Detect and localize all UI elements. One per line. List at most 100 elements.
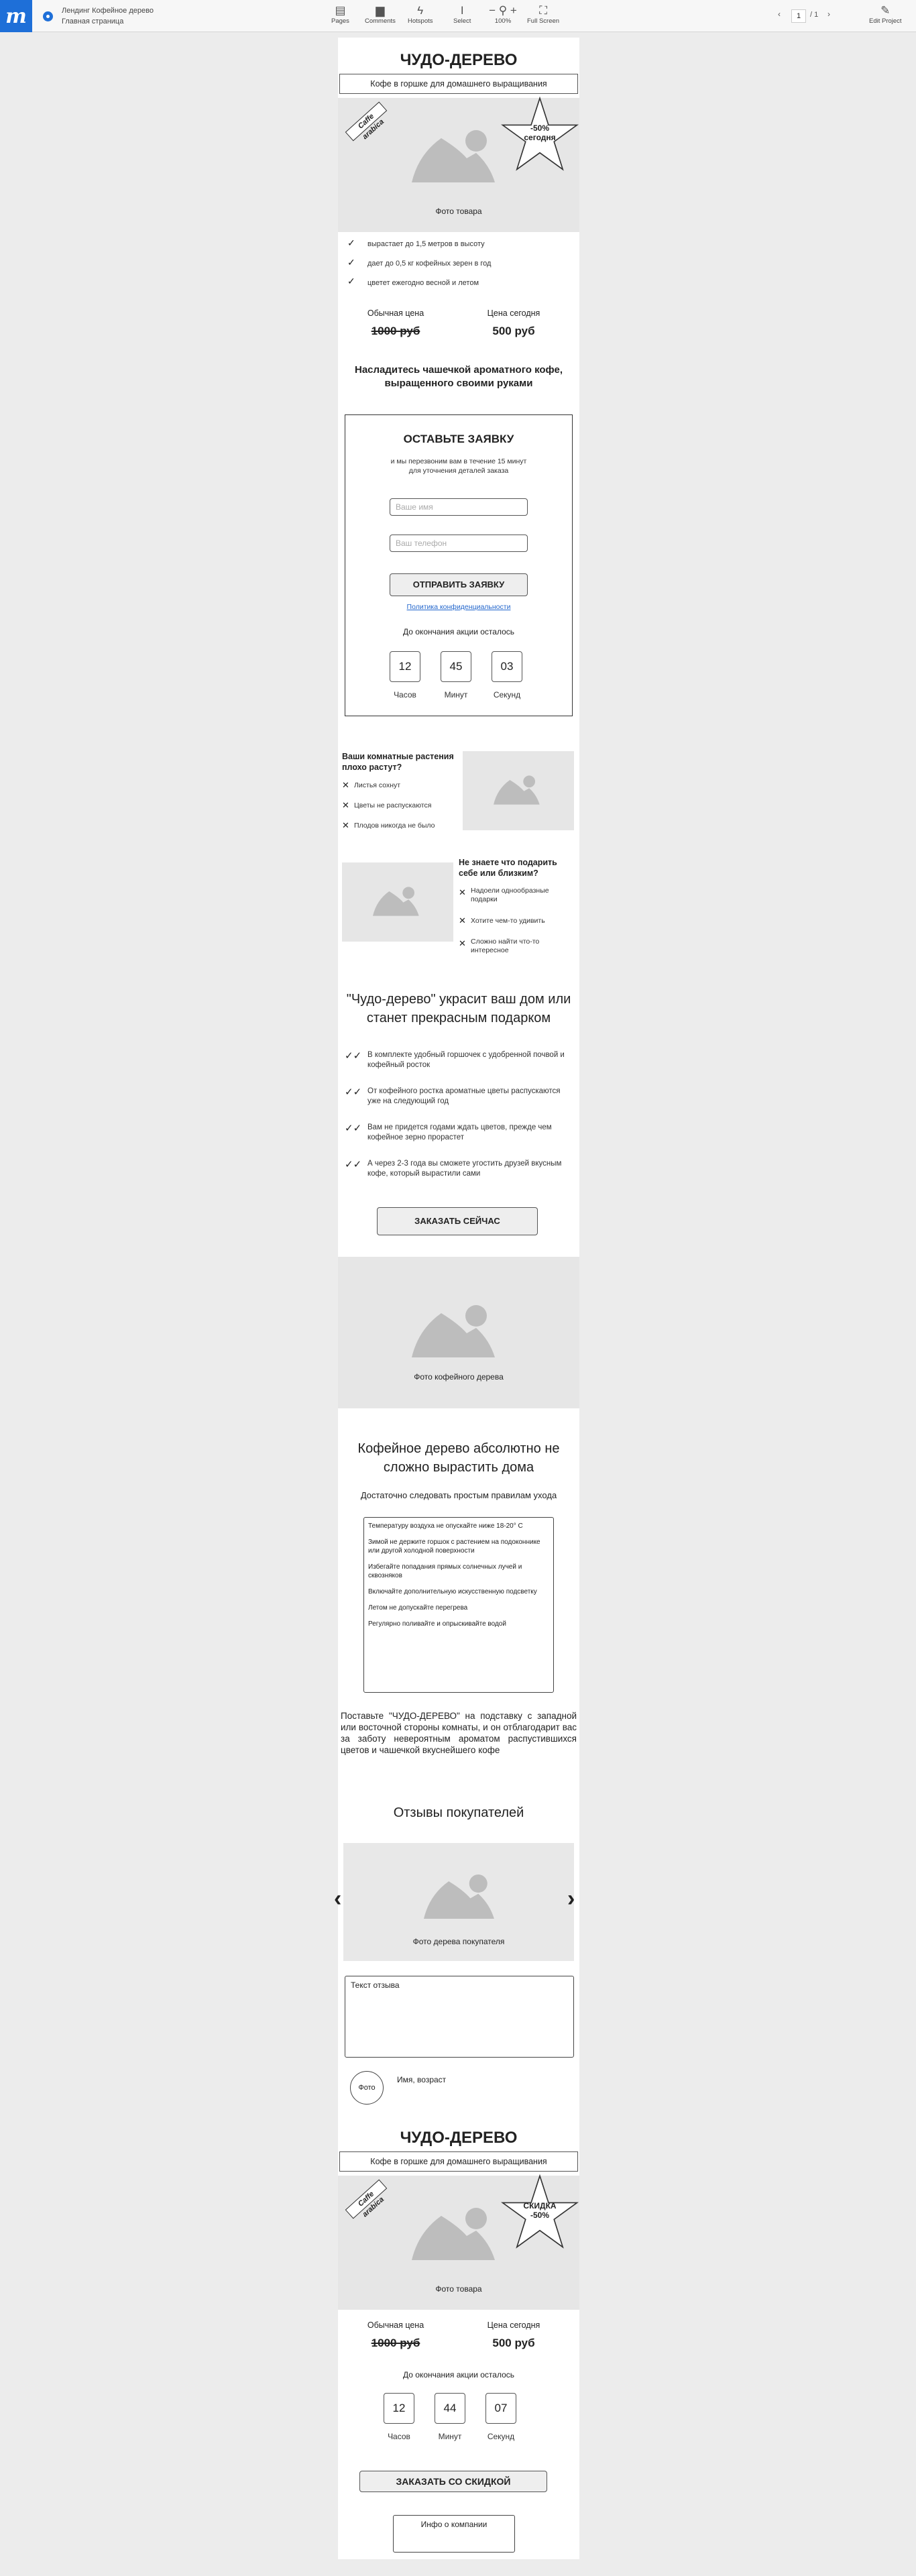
benefit-item: А через 2-3 года вы сможете угостить дру… — [367, 1160, 562, 1178]
cross-icon: ✕ — [342, 780, 349, 790]
top-toolbar: m Лендинг Кофейное дерево Главная страни… — [0, 0, 916, 32]
discount-badge: -50% сегодня — [524, 123, 556, 142]
seconds-label: Секунд — [493, 690, 521, 699]
zoom-control[interactable]: − ⚲ +100% — [487, 4, 519, 25]
gift-item: Хотите чем-то удивить — [471, 917, 545, 925]
cross-icon: ✕ — [342, 820, 349, 830]
benefits-title: "Чудо-дерево" украсит ваш дом или станет… — [346, 992, 571, 1025]
reviews-title: Отзывы покупателей — [393, 1805, 524, 1820]
reviewer-name: Имя, возраст — [397, 2075, 447, 2084]
care-subtitle: Достаточно следовать простым правилам ух… — [360, 1490, 557, 1500]
feature-item: дает до 0,5 кг кофейных зерен в год — [367, 260, 492, 268]
fullscreen-button[interactable]: ⛶ Full Screen — [527, 4, 559, 25]
review-photo-label: Фото дерева покупателя — [412, 1937, 505, 1946]
landing-canvas: ЧУДО-ДЕРЕВО Кофе в горшке для домашнего … — [334, 38, 579, 2559]
review-text-box: Текст отзыва — [345, 1976, 574, 2058]
hero-title: ЧУДО-ДЕРЕВО — [400, 51, 518, 69]
footer-seconds-label: Секунд — [487, 2432, 515, 2441]
benefit-item: Вам не придется годами ждать цветов, пре… — [367, 1123, 552, 1141]
app-logo[interactable]: m — [0, 0, 32, 32]
carousel-prev-icon[interactable]: ‹ — [334, 1887, 341, 1910]
order-discount-button[interactable]: ЗАКАЗАТЬ СО СКИДКОЙ — [359, 2471, 547, 2492]
cross-icon: ✕ — [342, 800, 349, 810]
form-description: и мы перезвоним вам в течение 15 минут д… — [390, 457, 527, 475]
old-price-label: Обычная цена — [367, 309, 424, 318]
prev-page-icon[interactable]: ‹ — [778, 9, 781, 19]
name-input[interactable]: Ваше имя — [390, 498, 528, 516]
care-rule: Зимой не держите горшок с растением на п… — [368, 1538, 540, 1555]
countdown-label: До окончания акции осталось — [402, 627, 515, 636]
image-placeholder-icon — [494, 775, 540, 805]
old-price: 1000 руб — [371, 325, 420, 337]
double-check-icon: ✓✓ — [345, 1050, 362, 1062]
timer-hours: 12 — [390, 651, 420, 682]
timer-seconds: 03 — [492, 651, 522, 682]
phone-input[interactable]: Ваш телефон — [390, 535, 528, 552]
footer-old-price-label: Обычная цена — [367, 2320, 424, 2330]
care-text: Поставьте "ЧУДО-ДЕРЕВО" на подставку с з… — [341, 1711, 577, 1755]
cross-icon: ✕ — [459, 938, 466, 948]
page-number-input[interactable]: 1 — [791, 9, 806, 23]
lightning-icon: ϟ — [417, 4, 424, 17]
product-photo-label: Фото товара — [435, 207, 482, 216]
fullscreen-icon: ⛶ — [539, 4, 547, 17]
care-title: Кофейное дерево абсолютно не сложно выра… — [357, 1441, 560, 1475]
reviewer-avatar: Фото — [350, 2071, 384, 2105]
footer-minutes-label: Минут — [438, 2432, 462, 2441]
problem-item: Листья сохнут — [354, 781, 401, 789]
project-breadcrumb: Лендинг Кофейное дерево Главная страница — [62, 5, 154, 27]
cross-icon: ✕ — [459, 915, 466, 926]
benefit-item: В комплекте удобный горшочек с удобренно… — [367, 1051, 565, 1069]
problem-item: Цветы не распускаются — [354, 801, 432, 809]
comments-button[interactable]: ▆ Comments — [365, 4, 396, 25]
pencil-icon: ✎ — [880, 4, 891, 17]
care-rules-box: Температуру воздуха не опускайте ниже 18… — [363, 1517, 554, 1693]
cross-icon: ✕ — [459, 887, 466, 897]
order-now-button[interactable]: ЗАКАЗАТЬ СЕЙЧАС — [377, 1207, 538, 1235]
timer-minutes: 45 — [441, 651, 471, 682]
gift-photo — [342, 862, 453, 942]
minutes-label: Минут — [444, 690, 468, 699]
image-placeholder-icon — [373, 887, 419, 916]
check-icon: ✓ — [347, 276, 355, 286]
footer-timer-seconds: 07 — [485, 2393, 516, 2424]
edit-project-button[interactable]: ✎ Edit Project — [869, 4, 902, 25]
review-photo: Фото дерева покупателя — [343, 1843, 574, 1961]
new-price: 500 руб — [492, 325, 535, 337]
page-name[interactable]: Главная страница — [62, 16, 154, 27]
hero-subtitle: Кофе в горшке для домашнего выращивания — [339, 74, 578, 94]
plants-photo — [463, 751, 574, 830]
footer-old-price: 1000 руб — [371, 2337, 420, 2349]
project-name[interactable]: Лендинг Кофейное дерево — [62, 5, 154, 16]
care-rule: Регулярно поливайте и опрыскивайте водой — [368, 1620, 506, 1628]
new-price-label: Цена сегодня — [487, 309, 540, 318]
double-check-icon: ✓✓ — [345, 1086, 362, 1098]
zoom-icon: − ⚲ + — [489, 4, 517, 17]
pages-button[interactable]: ▤ Pages — [331, 4, 349, 25]
problem-item: Плодов никогда не было — [354, 822, 435, 830]
feature-item: цветет ежегодно весной и летом — [367, 279, 479, 287]
submit-button[interactable]: ОТПРАВИТЬ ЗАЯВКУ — [390, 573, 528, 596]
form-title: ОСТАВЬТЕ ЗАЯВКУ — [403, 433, 514, 445]
care-rule: Включайте дополнительную искусственную п… — [368, 1588, 537, 1595]
eye-icon[interactable] — [43, 11, 53, 21]
gift-item: Надоели однообразные подарки — [471, 887, 549, 903]
next-page-icon[interactable]: › — [827, 9, 830, 19]
hotspots-button[interactable]: ϟ Hotspots — [408, 4, 433, 25]
problems-title: Ваши комнатные растения плохо растут? — [342, 752, 454, 772]
footer-timer-minutes: 44 — [435, 2393, 465, 2424]
page-total: / 1 — [810, 11, 819, 19]
image-placeholder-icon — [412, 1305, 495, 1357]
company-info-link[interactable]: Инфо о компании — [393, 2515, 515, 2553]
order-form: ОСТАВЬТЕ ЗАЯВКУ и мы перезвоним вам в те… — [345, 414, 573, 716]
care-rule: Летом не допускайте перегрева — [368, 1604, 468, 1612]
carousel-next-icon[interactable]: › — [567, 1887, 575, 1910]
footer-discount-badge: СКИДКА -50% — [523, 2201, 557, 2220]
image-placeholder-icon — [424, 1874, 494, 1919]
image-placeholder-icon — [412, 2208, 495, 2260]
footer-subtitle: Кофе в горшке для домашнего выращивания — [339, 2151, 578, 2172]
care-rule: Избегайте попадания прямых солнечных луч… — [368, 1563, 522, 1579]
footer-countdown-label: До окончания акции осталось — [402, 2370, 515, 2379]
select-button[interactable]: I Select — [453, 4, 471, 25]
privacy-policy-link[interactable]: Политика конфиденциальности — [345, 603, 572, 611]
